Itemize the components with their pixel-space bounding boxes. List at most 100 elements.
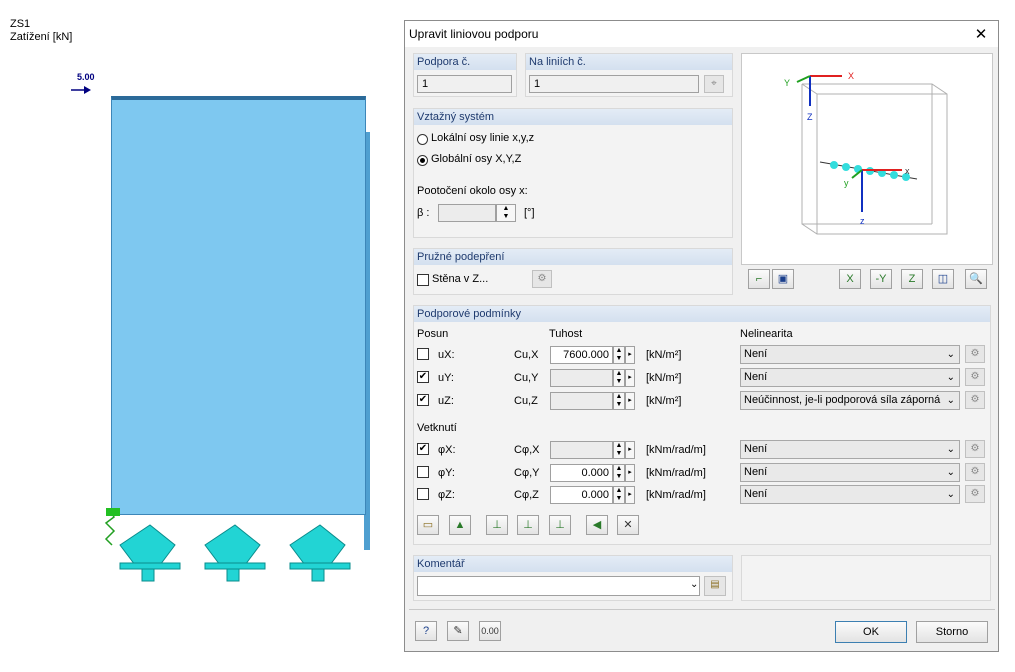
- hinged-support-icon[interactable]: ▲: [449, 515, 471, 535]
- chevron-down-icon: ⌄: [690, 579, 699, 590]
- cux-symbol: Cu,X: [514, 349, 539, 361]
- ux-nonlinearity-select[interactable]: Není ⌄: [740, 345, 960, 364]
- uz-nonlinearity-select[interactable]: Neúčinnost, je-li podporová síla záporná…: [740, 391, 960, 410]
- help-icon[interactable]: ?: [415, 621, 437, 641]
- cuy-step-icon[interactable]: ▸: [625, 369, 635, 387]
- comment-library-icon[interactable]: ▤: [704, 576, 726, 596]
- beta-input[interactable]: [438, 204, 496, 222]
- cux-spinner[interactable]: ▲ ▼: [613, 346, 625, 364]
- comment-input[interactable]: [417, 576, 700, 596]
- uy-nonlinearity-select[interactable]: Není ⌄: [740, 368, 960, 387]
- close-icon[interactable]: ✕: [970, 25, 992, 43]
- tuhost-header: Tuhost: [549, 328, 583, 340]
- phiy-label: φY:: [438, 467, 455, 479]
- wall-surface[interactable]: [111, 96, 366, 515]
- cphiz-step-icon[interactable]: ▸: [625, 486, 635, 504]
- uz-label: uZ:: [438, 395, 454, 407]
- support-x-icon[interactable]: ⊥: [517, 515, 539, 535]
- ok-button[interactable]: OK: [835, 621, 907, 643]
- comment-group: Komentář ⌄ ▤: [413, 555, 733, 601]
- cphiz-input[interactable]: 0.000: [550, 486, 613, 504]
- dialog-title: Upravit liniovou podporu: [409, 27, 539, 41]
- cuy-input[interactable]: [550, 369, 613, 387]
- phix-checkbox[interactable]: ✔: [417, 443, 429, 455]
- wall-in-z-checkbox[interactable]: [417, 274, 429, 286]
- phiy-checkbox[interactable]: [417, 466, 429, 478]
- cuz-spinner[interactable]: ▲ ▼: [613, 392, 625, 410]
- units-decimals-icon[interactable]: 0.00: [479, 621, 501, 641]
- cuz-input[interactable]: [550, 392, 613, 410]
- support-conditions-header: Podporové podmínky: [414, 306, 990, 322]
- cphiy-input[interactable]: 0.000: [550, 464, 613, 482]
- cux-unit: [kN/m²]: [646, 349, 682, 361]
- support-number-field[interactable]: 1: [417, 75, 512, 93]
- view-iso-icon[interactable]: ◫: [932, 269, 954, 289]
- elastic-support-header: Pružné podepření: [414, 249, 732, 265]
- uy-nonlinearity-settings-icon[interactable]: ⚙: [965, 368, 985, 386]
- global-axes-label: Globální osy X,Y,Z: [431, 153, 522, 165]
- axes-toggle-icon[interactable]: ⌐: [748, 269, 770, 289]
- phix-nonlinearity-settings-icon[interactable]: ⚙: [965, 440, 985, 458]
- cphiz-spinner[interactable]: ▲ ▼: [613, 486, 625, 504]
- nelinearita-header: Nelinearita: [740, 328, 793, 340]
- uz-checkbox[interactable]: ✔: [417, 394, 429, 406]
- posun-header: Posun: [417, 328, 449, 340]
- fixed-support-icon[interactable]: ⊥: [486, 515, 508, 535]
- uz-nonlinearity-settings-icon[interactable]: ⚙: [965, 391, 985, 409]
- ux-checkbox[interactable]: [417, 348, 429, 360]
- comment-side-panel: [741, 555, 991, 601]
- view-z-icon[interactable]: Z: [901, 269, 923, 289]
- release-all-icon[interactable]: ✕: [617, 515, 639, 535]
- cphix-input[interactable]: [550, 441, 613, 459]
- wall-in-z-label: Stěna v Z...: [432, 273, 489, 285]
- global-y-axis-label: Y: [784, 78, 790, 88]
- cphix-symbol: Cφ,X: [514, 444, 540, 456]
- ruler-icon[interactable]: ▭: [417, 515, 439, 535]
- ux-nonlinearity-settings-icon[interactable]: ⚙: [965, 345, 985, 363]
- elastic-support-group: Pružné podepření Stěna v Z... ⚙: [413, 248, 733, 295]
- phiy-nonlinearity-select[interactable]: Není ⌄: [740, 463, 960, 482]
- cphix-spinner[interactable]: ▲ ▼: [613, 441, 625, 459]
- view-options-icon[interactable]: ▣: [772, 269, 794, 289]
- wall-settings-icon[interactable]: ⚙: [532, 270, 552, 288]
- cphiy-symbol: Cφ,Y: [514, 467, 540, 479]
- cphiy-spinner[interactable]: ▲ ▼: [613, 464, 625, 482]
- rotation-label: Pootočení okolo osy x:: [417, 185, 528, 197]
- uy-nonlinearity-value: Není: [744, 371, 768, 383]
- cphix-step-icon[interactable]: ▸: [625, 441, 635, 459]
- cancel-button[interactable]: Storno: [916, 621, 988, 643]
- cuy-spinner[interactable]: ▲ ▼: [613, 369, 625, 387]
- phiz-checkbox[interactable]: [417, 488, 429, 500]
- cux-input[interactable]: 7600.000: [550, 346, 613, 364]
- edit-notes-icon[interactable]: ✎: [447, 621, 469, 641]
- uy-label: uY:: [438, 372, 454, 384]
- load-arrow-icon: [71, 86, 91, 94]
- local-axes-radio[interactable]: [417, 134, 428, 145]
- cux-step-icon[interactable]: ▸: [625, 346, 635, 364]
- zoom-reset-icon[interactable]: 🔍: [965, 269, 987, 289]
- wall-support-icon[interactable]: ◀: [586, 515, 608, 535]
- on-lines-field[interactable]: 1: [529, 75, 699, 93]
- local-z-axis-label: z: [860, 216, 865, 226]
- comment-header: Komentář: [414, 556, 732, 572]
- beta-spinner[interactable]: ▲ ▼: [496, 204, 516, 222]
- global-axes-radio[interactable]: [417, 155, 428, 166]
- beta-unit: [°]: [524, 207, 535, 219]
- pick-lines-icon[interactable]: ⌖: [704, 75, 724, 93]
- support-number-label: Podpora č.: [414, 54, 516, 70]
- view-x-icon[interactable]: X: [839, 269, 861, 289]
- cuz-step-icon[interactable]: ▸: [625, 392, 635, 410]
- phiy-nonlinearity-settings-icon[interactable]: ⚙: [965, 463, 985, 481]
- model-viewport[interactable]: ZS1 Zatížení [kN] 5.00: [0, 0, 405, 672]
- support-conditions-group: Podporové podmínky Posun Tuhost Nelinear…: [413, 305, 991, 545]
- view-minus-y-icon[interactable]: -Y: [870, 269, 892, 289]
- phiz-nonlinearity-settings-icon[interactable]: ⚙: [965, 485, 985, 503]
- chevron-down-icon: ⌄: [946, 349, 955, 360]
- cuy-unit: [kN/m²]: [646, 372, 682, 384]
- phix-nonlinearity-select[interactable]: Není ⌄: [740, 440, 960, 459]
- support-y-icon[interactable]: ⊥: [549, 515, 571, 535]
- cphiy-step-icon[interactable]: ▸: [625, 464, 635, 482]
- phiz-nonlinearity-select[interactable]: Není ⌄: [740, 485, 960, 504]
- uy-checkbox[interactable]: ✔: [417, 371, 429, 383]
- uz-nonlinearity-value: Neúčinnost, je-li podporová síla záporná: [744, 394, 941, 406]
